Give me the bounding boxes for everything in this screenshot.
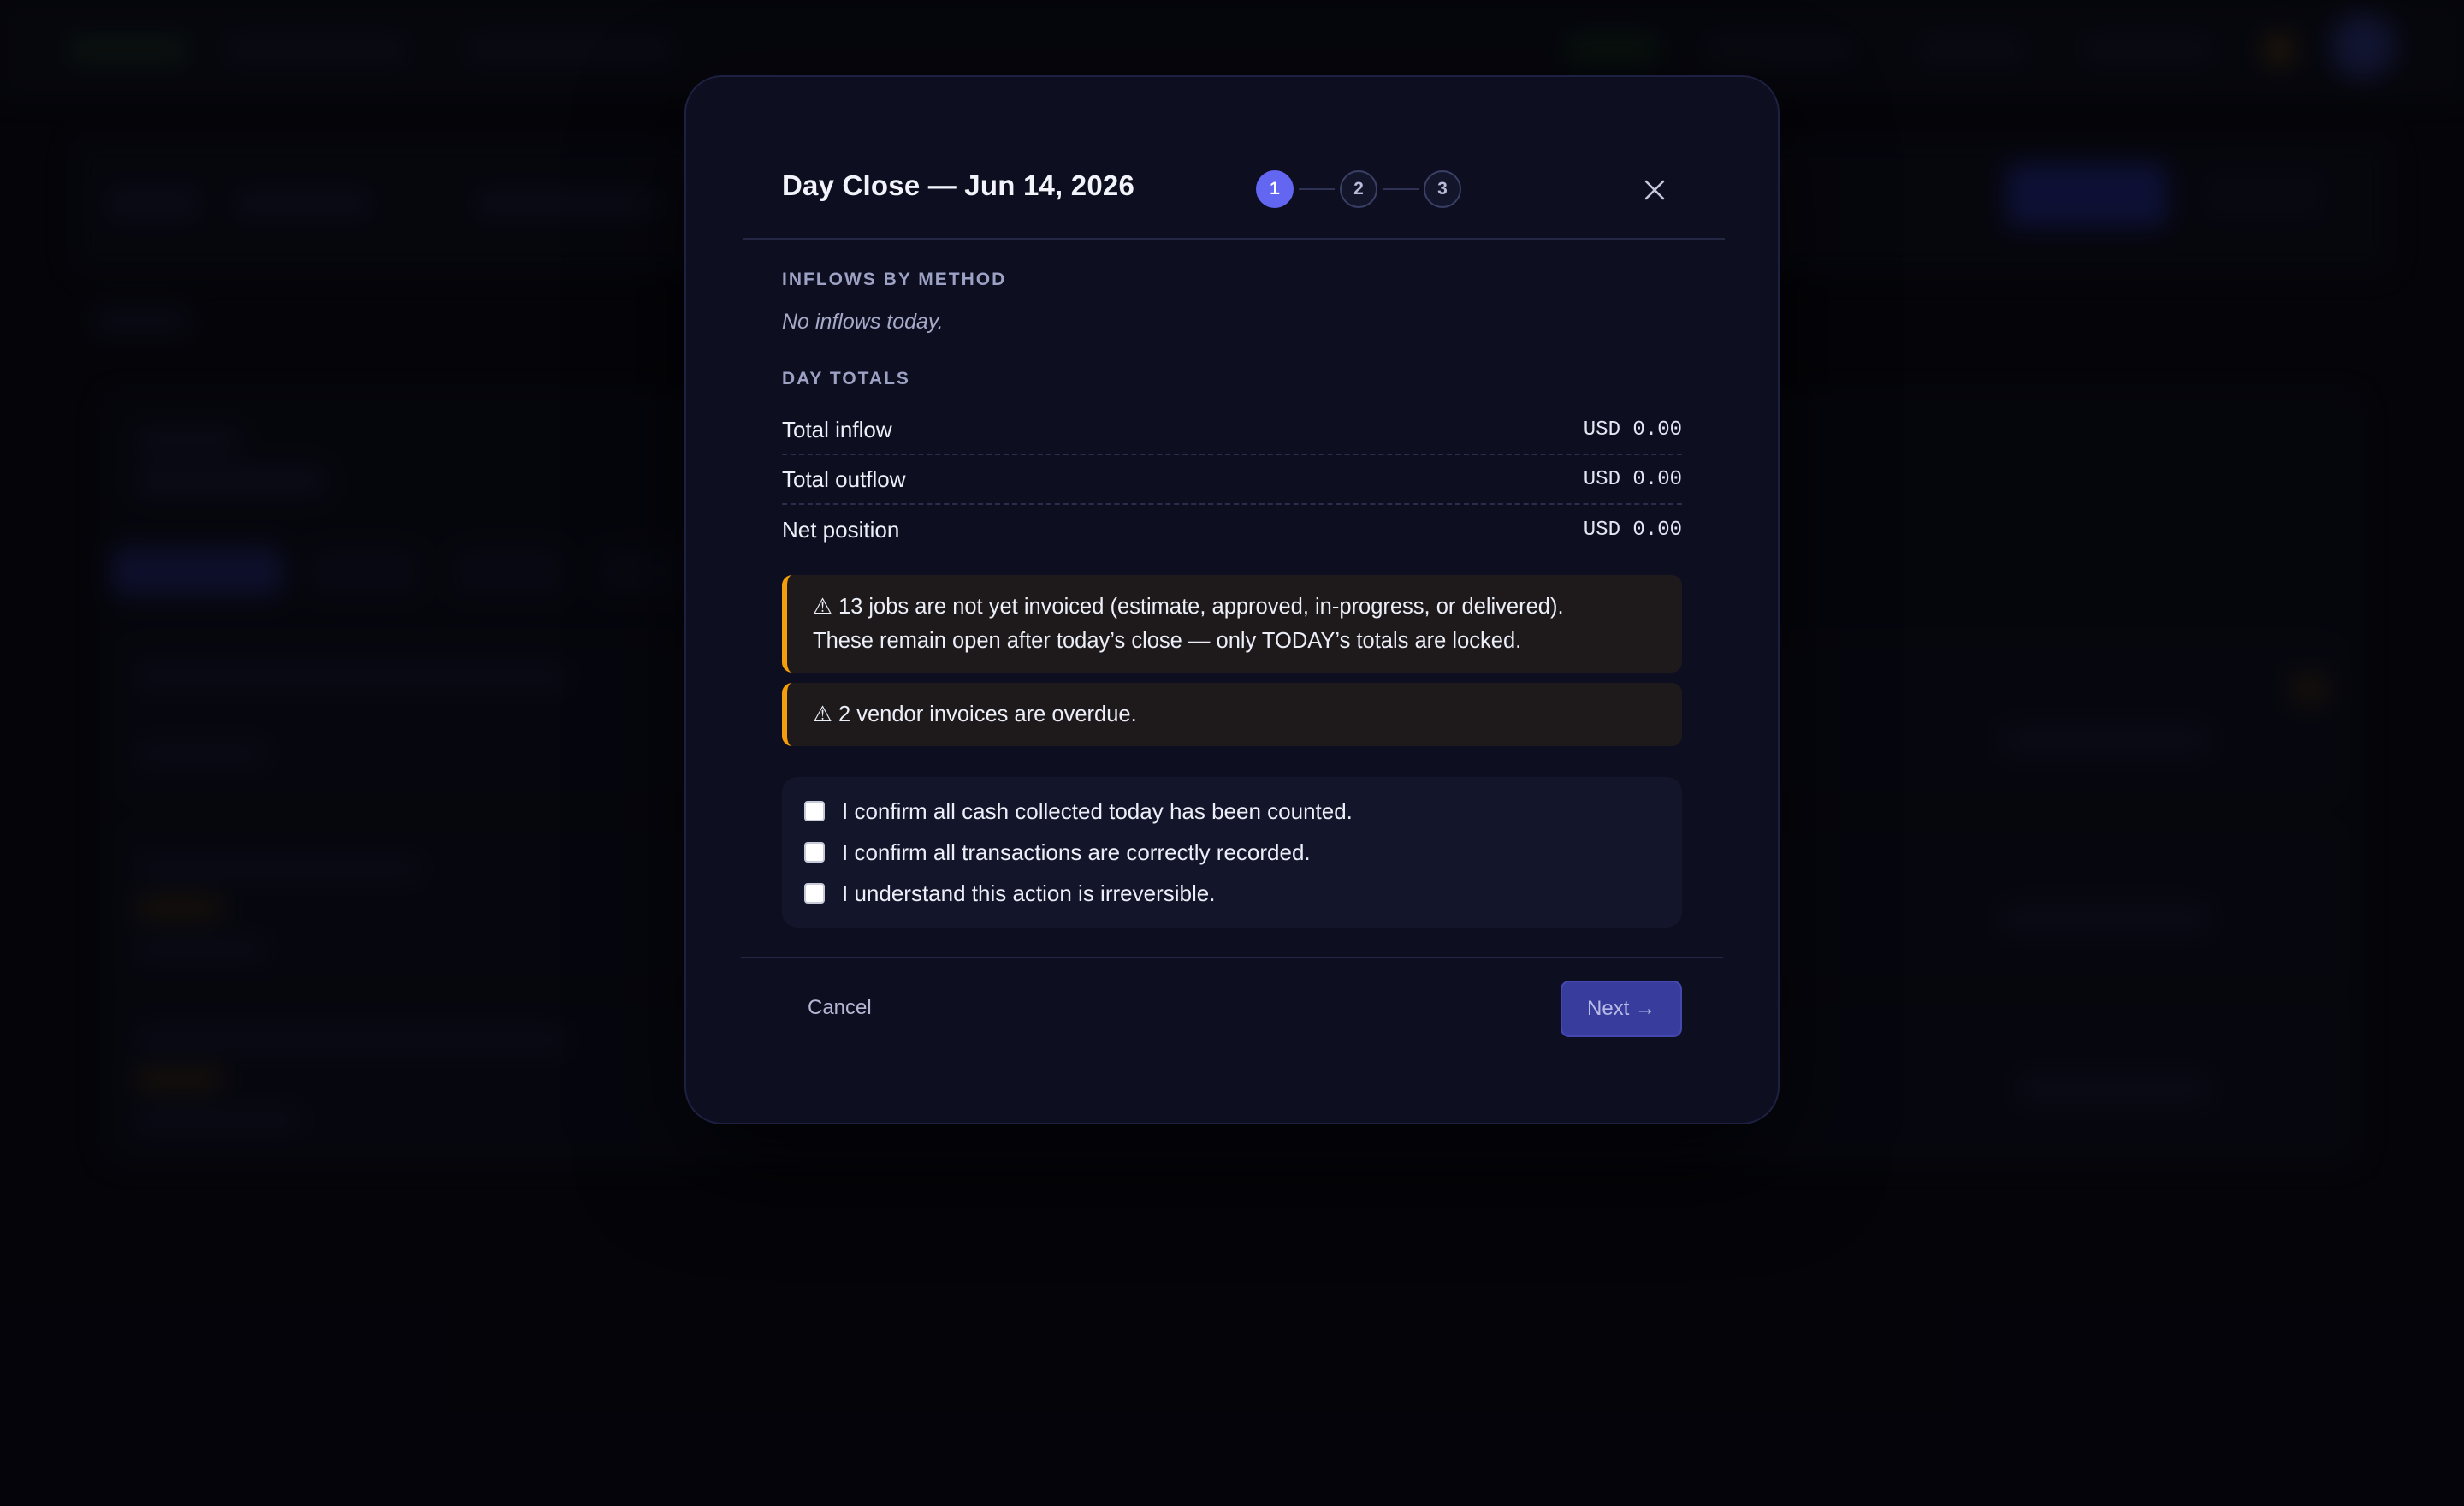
total-inflow-label: Total inflow xyxy=(782,416,892,442)
total-inflow-row: Total inflow USD 0.00 xyxy=(782,406,1682,455)
confirm-transactions-checkbox[interactable] xyxy=(804,842,825,863)
confirm-irreversible-row[interactable]: I understand this action is irreversible… xyxy=(804,873,1660,914)
confirmation-checklist: I confirm all cash collected today has b… xyxy=(782,777,1682,928)
cancel-button[interactable]: Cancel xyxy=(789,987,897,1029)
alert-text: These remain open after today’s close — … xyxy=(813,629,1522,653)
stepper: 1 2 3 xyxy=(1256,169,1461,209)
inflows-empty-note: No inflows today. xyxy=(782,310,944,334)
total-outflow-label: Total outflow xyxy=(782,465,906,492)
step-2: 2 xyxy=(1340,170,1377,208)
net-position-row: Net position USD 0.00 xyxy=(782,505,1682,554)
confirm-cash-checkbox[interactable] xyxy=(804,801,825,821)
modal-header xyxy=(743,77,1725,240)
next-button[interactable]: Next → xyxy=(1561,981,1682,1037)
net-position-label: Net position xyxy=(782,516,900,543)
step-connector xyxy=(1383,188,1419,190)
step-1: 1 xyxy=(1256,170,1294,208)
modal-title: Day Close — Jun 14, 2026 xyxy=(782,169,1134,201)
confirm-irreversible-checkbox[interactable] xyxy=(804,883,825,904)
confirm-transactions-row[interactable]: I confirm all transactions are correctly… xyxy=(804,832,1660,873)
alert-text: ⚠ 2 vendor invoices are overdue. xyxy=(813,703,1137,726)
day-totals: Total inflow USD 0.00 Total outflow USD … xyxy=(782,406,1682,554)
overdue-invoices-alert: ⚠ 2 vendor invoices are overdue. xyxy=(782,683,1682,746)
step-3: 3 xyxy=(1424,170,1461,208)
total-outflow-row: Total outflow USD 0.00 xyxy=(782,455,1682,505)
confirm-cash-row[interactable]: I confirm all cash collected today has b… xyxy=(804,791,1660,832)
step-connector xyxy=(1299,188,1335,190)
inflows-heading: INFLOWS BY METHOD xyxy=(782,270,1007,289)
confirm-transactions-label[interactable]: I confirm all transactions are correctly… xyxy=(842,839,1311,866)
close-icon xyxy=(1644,180,1665,200)
confirm-cash-label[interactable]: I confirm all cash collected today has b… xyxy=(842,798,1353,825)
total-outflow-value: USD 0.00 xyxy=(1583,467,1682,491)
close-button[interactable] xyxy=(1638,173,1672,207)
footer-divider xyxy=(741,957,1723,958)
confirm-irreversible-label[interactable]: I understand this action is irreversible… xyxy=(842,880,1215,907)
uninvoiced-jobs-alert: ⚠ 13 jobs are not yet invoiced (estimate… xyxy=(782,575,1682,673)
total-inflow-value: USD 0.00 xyxy=(1583,418,1682,442)
alert-text: ⚠ 13 jobs are not yet invoiced (estimate… xyxy=(813,595,1564,619)
totals-heading: DAY TOTALS xyxy=(782,369,910,388)
net-position-value: USD 0.00 xyxy=(1583,518,1682,542)
